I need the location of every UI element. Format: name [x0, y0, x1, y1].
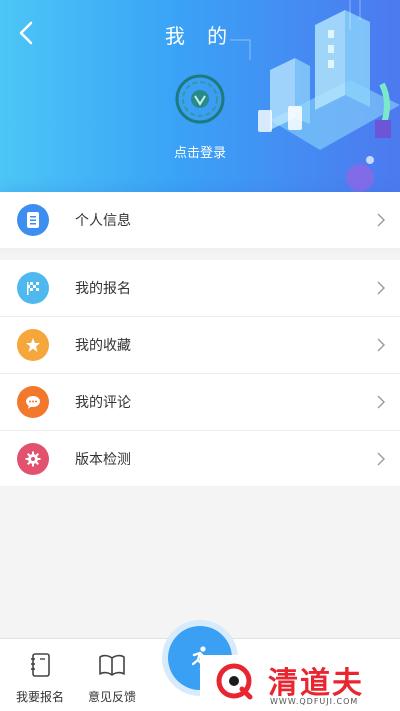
star-icon — [17, 329, 49, 361]
menu-item-label: 版本检测 — [75, 452, 131, 468]
chevron-right-icon — [377, 338, 385, 352]
book-icon — [99, 654, 125, 676]
menu-item-version-check[interactable]: 版本检测 — [0, 430, 400, 487]
login-link[interactable]: 点击登录 — [0, 142, 400, 161]
chevron-right-icon — [377, 452, 385, 466]
notebook-icon — [31, 653, 50, 677]
watermark-name: 清道夫 — [268, 666, 364, 701]
tab-label: 我要报名 — [15, 690, 64, 704]
profile-card: 个人信息 — [0, 192, 400, 248]
flag-icon — [17, 272, 49, 304]
menu-item-label: 我的评论 — [75, 395, 131, 411]
chat-bubble-icon — [17, 386, 49, 418]
menu-item-comments[interactable]: 我的评论 — [0, 373, 400, 430]
menu-item-registrations[interactable]: 我的报名 — [0, 260, 400, 316]
watermark: 清道夫 WWW.QDFUJI.COM — [200, 655, 400, 710]
tab-register[interactable]: 我要报名 — [0, 639, 80, 711]
menu-item-label: 我的收藏 — [75, 338, 131, 354]
tab-feedback[interactable]: 意见反馈 — [72, 639, 152, 711]
watermark-url: WWW.QDFUJI.COM — [270, 697, 359, 706]
profile-header: 我 的 点击登录 — [0, 0, 400, 192]
menu-item-favorites[interactable]: 我的收藏 — [0, 316, 400, 373]
menu-item-label: 个人信息 — [75, 213, 131, 229]
avatar[interactable] — [175, 74, 225, 124]
document-icon — [17, 204, 49, 236]
chevron-right-icon — [377, 395, 385, 409]
menu-list: 我的报名 我的收藏 我的评论 版本检测 — [0, 260, 400, 486]
chevron-right-icon — [377, 281, 385, 295]
gear-icon — [17, 443, 49, 475]
page-title: 我 的 — [164, 24, 236, 48]
watermark-logo-icon — [216, 663, 253, 700]
chevron-right-icon — [377, 213, 385, 227]
tab-label: 意见反馈 — [87, 690, 136, 704]
menu-item-label: 我的报名 — [75, 281, 131, 297]
menu-item-profile[interactable]: 个人信息 — [0, 192, 400, 248]
